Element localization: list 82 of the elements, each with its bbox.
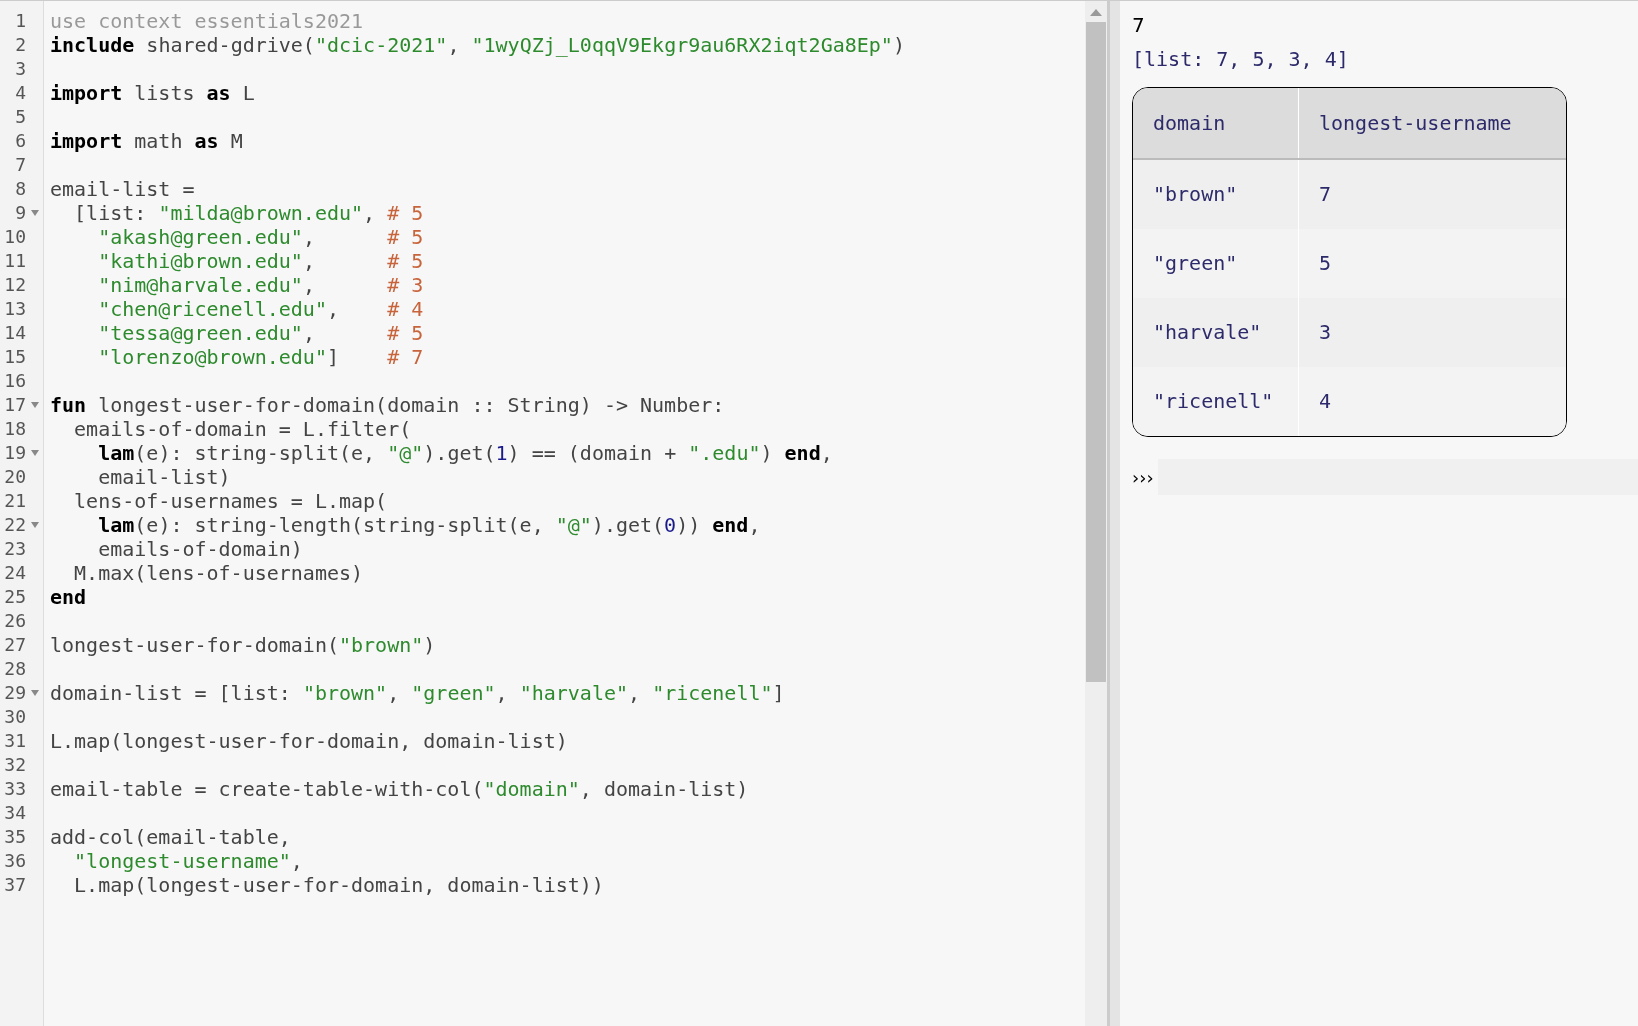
- code-line: "chen@ricenell.edu", # 4: [97, 297, 424, 321]
- code-line: longest-user-for-domain("brown"): [50, 633, 436, 657]
- line-number: 37: [3, 873, 26, 897]
- code-line: lam(e): string-length(string-split(e, "@").get(0)) end,: [97, 513, 761, 537]
- code-line: L.map(longest-user-for-domain, domain-list): [50, 729, 568, 753]
- column-header: longest-username: [1318, 110, 1513, 137]
- line-number: 2: [14, 33, 26, 57]
- line-number: 34: [3, 801, 26, 825]
- code-line: import lists as L: [50, 81, 255, 105]
- fold-arrow-icon[interactable]: [30, 450, 39, 456]
- code-line: add-col(email-table,: [50, 825, 291, 849]
- scrollbar[interactable]: [1085, 1, 1107, 1026]
- table-cell: "ricenell": [1133, 367, 1299, 436]
- line-number: 3: [14, 57, 26, 81]
- code-line: "kathi@brown.edu", # 5: [97, 249, 424, 273]
- line-number: 17: [3, 393, 26, 417]
- line-number: 19: [3, 441, 26, 465]
- code-line: [list: "milda@brown.edu", # 5: [73, 201, 424, 225]
- code-line: use context essentials2021: [50, 9, 364, 33]
- line-number: 11: [3, 249, 26, 273]
- code-line: "longest-username",: [73, 849, 303, 873]
- line-number: 8: [14, 177, 26, 201]
- line-number: 35: [3, 825, 26, 849]
- line-number: 32: [3, 753, 26, 777]
- table-cell-text: 3: [1318, 319, 1333, 346]
- table-cell-text: 4: [1318, 388, 1333, 415]
- code-line: include shared-gdrive("dcic-2021", "1wyQZj_L0qqV9Ekgr9au6RX2iqt2Ga8Ep"): [50, 33, 905, 57]
- column-header: domain: [1133, 88, 1299, 158]
- code-line: "lorenzo@brown.edu"] # 7: [97, 345, 424, 369]
- line-number: 24: [3, 561, 26, 585]
- code-line: "nim@harvale.edu", # 3: [97, 273, 424, 297]
- line-number: 23: [3, 537, 26, 561]
- line-number: 21: [3, 489, 26, 513]
- line-number: 26: [3, 609, 26, 633]
- line-number: 20: [3, 465, 26, 489]
- fold-arrow-icon[interactable]: [30, 402, 39, 408]
- fold-arrow-icon[interactable]: [30, 522, 39, 528]
- line-number: 22: [3, 513, 26, 537]
- prompt-marker: ›››: [1132, 466, 1155, 488]
- code-line: lens-of-usernames = L.map(: [73, 489, 388, 513]
- line-number: 15: [3, 345, 26, 369]
- line-number: 18: [3, 417, 26, 441]
- line-number: 36: [3, 849, 26, 873]
- line-number: 10: [3, 225, 26, 249]
- code-line: lam(e): string-split(e, "@").get(1) == (domain + ".edu") end,: [97, 441, 833, 465]
- line-number: 5: [14, 105, 26, 129]
- line-number: 4: [14, 81, 26, 105]
- line-number: 29: [3, 681, 26, 705]
- code-line: M.max(lens-of-usernames): [73, 561, 364, 585]
- code-line: L.map(longest-user-for-domain, domain-list)): [73, 873, 604, 897]
- table-cell-text: 5: [1318, 250, 1333, 277]
- scroll-up-arrow-icon[interactable]: [1090, 9, 1102, 16]
- output-value: [list: 7, 5, 3, 4]: [1132, 47, 1349, 71]
- code-line: email-list =: [50, 177, 195, 201]
- line-number: 28: [3, 657, 26, 681]
- fold-arrow-icon[interactable]: [30, 690, 39, 696]
- line-number: 9: [14, 201, 26, 225]
- line-number: 16: [3, 369, 26, 393]
- line-number: 30: [3, 705, 26, 729]
- line-number: 13: [3, 297, 26, 321]
- line-number: 12: [3, 273, 26, 297]
- line-number: 25: [3, 585, 26, 609]
- code-line: emails-of-domain = L.filter(: [73, 417, 412, 441]
- code-line: emails-of-domain): [97, 537, 303, 561]
- line-number: 14: [3, 321, 26, 345]
- code-line: fun longest-user-for-domain(domain :: String) -> Number:: [50, 393, 725, 417]
- code-line: end: [50, 585, 87, 609]
- line-number: 6: [14, 129, 26, 153]
- fold-arrow-icon[interactable]: [30, 210, 39, 216]
- line-number: 33: [3, 777, 26, 801]
- code-line: import math as M: [50, 129, 243, 153]
- code-line: email-list): [97, 465, 231, 489]
- code-line: domain-list = [list: "brown", "green", "harvale", "ricenell"]: [50, 681, 785, 705]
- code-line: "tessa@green.edu", # 5: [97, 321, 424, 345]
- line-number: 1: [14, 9, 26, 33]
- line-number: 31: [3, 729, 26, 753]
- code-line: email-table = create-table-with-col("domain", domain-list): [50, 777, 749, 801]
- line-number: 7: [14, 153, 26, 177]
- line-number: 27: [3, 633, 26, 657]
- code-line: "akash@green.edu", # 5: [97, 225, 424, 249]
- table-cell-text: 7: [1318, 181, 1333, 208]
- output-value: 7: [1132, 13, 1145, 37]
